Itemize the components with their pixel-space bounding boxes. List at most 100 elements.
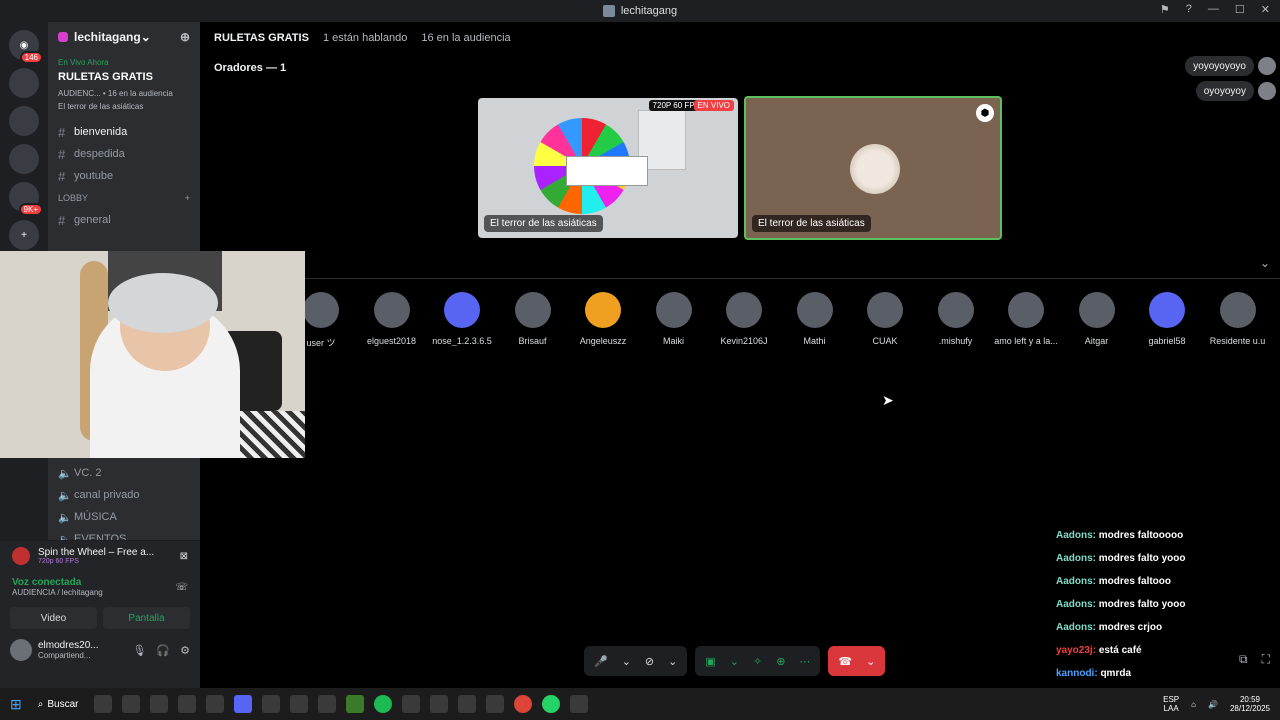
- channel-despedida[interactable]: # despedida: [48, 143, 200, 165]
- camera-off-icon[interactable]: ⊘: [645, 655, 654, 668]
- invite-icon[interactable]: ⊕: [776, 655, 785, 668]
- chat-user: kannodi:: [1056, 668, 1098, 679]
- audience-name: .mishufy: [938, 336, 973, 346]
- stream-chat-overlay: Aadons: modres faltooooo Aadons: modres f…: [1056, 530, 1276, 714]
- audience-member[interactable]: Angeleuszz: [568, 292, 638, 346]
- avatar[interactable]: [1258, 57, 1276, 75]
- language-indicator[interactable]: ESP LAA: [1163, 695, 1179, 713]
- popout-icon[interactable]: ⧉: [1239, 652, 1248, 667]
- avatar: [726, 292, 762, 328]
- network-icon[interactable]: ⌂: [1191, 700, 1196, 709]
- speaker-tile[interactable]: ⬢ El terror de las asiáticas: [744, 96, 1002, 240]
- screen-share-group[interactable]: ▣ ⌄ ✧ ⊕ ⋯: [695, 646, 821, 676]
- file-explorer-icon[interactable]: [94, 695, 113, 713]
- chevron-down-icon[interactable]: ⌄: [1260, 256, 1270, 270]
- whatsapp-icon[interactable]: [542, 695, 561, 713]
- mic-group[interactable]: 🎤 ⌄ ⊘ ⌄: [584, 646, 688, 676]
- fullscreen-icon[interactable]: ⛶: [1262, 652, 1270, 667]
- app-icon[interactable]: [290, 695, 309, 713]
- chevron-down-icon[interactable]: ⌄: [668, 655, 677, 668]
- screen-button[interactable]: Pantalla: [103, 607, 190, 629]
- disconnect-icon[interactable]: ☏: [175, 582, 188, 593]
- server-icon[interactable]: [9, 106, 39, 136]
- app-icon[interactable]: [486, 695, 505, 713]
- inbox-icon[interactable]: ⚑: [1160, 3, 1170, 16]
- help-icon[interactable]: ?: [1186, 3, 1192, 16]
- capcut-icon[interactable]: [458, 695, 477, 713]
- taskbar-search[interactable]: ⌕ Buscar: [32, 699, 85, 710]
- notepad-icon[interactable]: [570, 695, 589, 713]
- audience-member[interactable]: Residente u.u: [1203, 292, 1273, 346]
- audience-member[interactable]: gabriel58: [1132, 292, 1202, 346]
- app-icon[interactable]: [206, 695, 225, 713]
- audience-member[interactable]: elguest2018: [357, 292, 427, 346]
- minecraft-icon[interactable]: [346, 695, 365, 713]
- guild-header[interactable]: lechitagang ⌄ ⊕: [48, 22, 200, 52]
- audience-member[interactable]: Mathi: [780, 292, 850, 346]
- add-server-icon[interactable]: +: [9, 220, 39, 250]
- maximize-button[interactable]: ☐: [1235, 3, 1245, 16]
- mic-icon[interactable]: 🎤: [594, 655, 608, 668]
- voice-channel-privado[interactable]: 🔈 canal privado: [48, 484, 200, 506]
- chevron-down-icon[interactable]: ⌄: [622, 655, 631, 668]
- audience-member[interactable]: Brisauf: [498, 292, 568, 346]
- volume-icon[interactable]: 🔊: [1208, 700, 1218, 709]
- stream-activity[interactable]: Spin the Wheel – Free a... 720p 60 FPS ⊠: [0, 541, 200, 571]
- activity-icon[interactable]: ✧: [753, 655, 762, 668]
- channel-youtube[interactable]: # youtube: [48, 165, 200, 187]
- leave-call-button[interactable]: ☎ ⌄: [828, 646, 886, 676]
- tiktok-icon[interactable]: [430, 695, 449, 713]
- hash-icon: #: [58, 146, 66, 162]
- stream-tile[interactable]: 720P 60 FPS EN VIVO El terror de las asi…: [478, 98, 738, 238]
- steam-icon[interactable]: [262, 695, 281, 713]
- avatar[interactable]: [1258, 82, 1276, 100]
- user-pill[interactable]: yoyoyoyoyo: [1185, 56, 1254, 76]
- audience-member[interactable]: Kevin2106J: [709, 292, 779, 346]
- app-icon[interactable]: [402, 695, 421, 713]
- spotify-icon[interactable]: [374, 695, 393, 713]
- chat-message: modres faltooo: [1098, 576, 1172, 587]
- chrome-icon[interactable]: [514, 695, 533, 713]
- audience-member[interactable]: .mishufy: [921, 292, 991, 346]
- audience-member[interactable]: CUAK: [850, 292, 920, 346]
- channel-general[interactable]: # general: [48, 209, 200, 231]
- video-button[interactable]: Video: [10, 607, 97, 629]
- guild-icon: [58, 32, 68, 42]
- audience-member[interactable]: nose_1.2.3.6.5: [427, 292, 497, 346]
- server-icon[interactable]: [9, 68, 39, 98]
- voice-channel-vc2[interactable]: 🔈 VC. 2: [48, 462, 200, 484]
- audience-member[interactable]: amo left y a la...: [991, 292, 1061, 346]
- audience-name: CUAK: [872, 336, 898, 346]
- stop-stream-icon[interactable]: ⊠: [180, 551, 188, 562]
- audience-member[interactable]: Aitgar: [1062, 292, 1132, 346]
- clock[interactable]: 20:59 28/12/2025: [1230, 695, 1270, 713]
- live-now-box[interactable]: En Vivo Ahora RULETAS GRATIS AUDIENC... …: [48, 52, 200, 121]
- close-button[interactable]: ✕: [1261, 3, 1270, 16]
- home-button[interactable]: ◉ 146: [9, 30, 43, 64]
- person-hair-image: [108, 273, 218, 333]
- screen-share-icon[interactable]: ▣: [705, 655, 715, 668]
- add-channel-icon[interactable]: +: [185, 193, 190, 203]
- avatar[interactable]: [10, 639, 32, 661]
- more-icon[interactable]: ⋯: [799, 655, 810, 668]
- mic-icon[interactable]: 🎙: [132, 644, 146, 657]
- discord-icon[interactable]: [234, 695, 253, 713]
- minimize-button[interactable]: —: [1208, 3, 1219, 16]
- chevron-down-icon[interactable]: ⌄: [730, 655, 739, 668]
- category-lobby[interactable]: LOBBY +: [48, 187, 200, 209]
- server-icon[interactable]: [9, 144, 39, 174]
- gear-icon[interactable]: ⚙: [180, 644, 190, 657]
- voice-channel-musica[interactable]: 🔈 MÚSICA: [48, 506, 200, 528]
- obs-icon[interactable]: [150, 695, 169, 713]
- channel-bienvenida[interactable]: # bienvenida: [48, 121, 200, 143]
- app-icon[interactable]: [318, 695, 337, 713]
- store-icon[interactable]: [122, 695, 141, 713]
- user-pill[interactable]: oyoyoyoy: [1195, 81, 1254, 101]
- server-icon[interactable]: 9K+: [9, 182, 43, 216]
- brave-icon[interactable]: [178, 695, 197, 713]
- audience-member[interactable]: Maiki: [639, 292, 709, 346]
- chat-message: qmrda: [1100, 668, 1132, 679]
- headphones-icon[interactable]: 🎧: [156, 644, 170, 657]
- invite-icon[interactable]: ⊕: [180, 30, 190, 44]
- windows-start-icon[interactable]: ⊞: [10, 696, 22, 713]
